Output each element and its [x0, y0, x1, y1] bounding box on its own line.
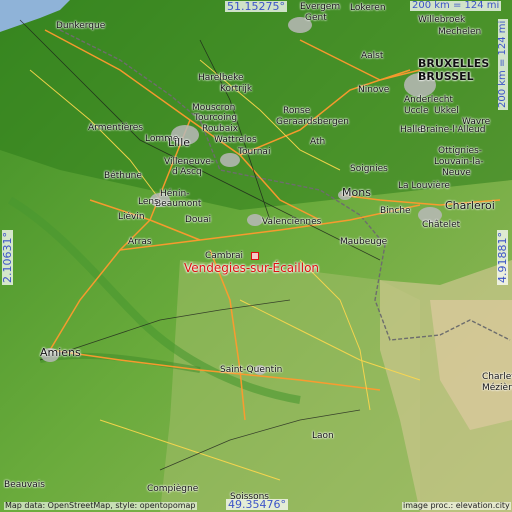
city-label: Cambrai [205, 251, 243, 261]
map-viewport[interactable]: 51.15275° 49.35476° 2.10631° 4.91881° 20… [0, 0, 512, 512]
city-label: La Louvière [398, 181, 450, 191]
city-label: Saint-Quentin [220, 365, 283, 375]
city-label: Beauvais [4, 480, 45, 490]
city-label: Mézière [482, 383, 512, 393]
city-label: Uccle [404, 106, 429, 116]
city-label: BRUSSEL [418, 70, 474, 83]
city-label: Mons [342, 186, 371, 199]
city-label: Lokeren [350, 3, 386, 13]
city-label: Dunkerque [56, 21, 106, 31]
city-label: Châtelet [422, 220, 461, 230]
city-label: Armentières [88, 123, 144, 133]
map-credit: Map data: OpenStreetMap, style: opentopo… [4, 501, 197, 510]
city-label: Aalst [361, 51, 384, 61]
city-label: Roubaix [202, 124, 239, 134]
highlight-location-label: Vendegies-sur-Écaillon [184, 261, 320, 275]
city-label: Béthune [104, 171, 142, 181]
city-label: Evergem [300, 2, 341, 12]
city-label: Tournai [238, 147, 271, 157]
city-label: Soignies [350, 164, 388, 174]
city-label: Lille [168, 136, 191, 149]
city-label: Ukkel [434, 106, 459, 116]
city-label: Anderlecht [404, 95, 454, 105]
city-label: Soissons [230, 492, 269, 502]
city-label: Braine-l'Alleud [420, 125, 486, 135]
city-label: Binche [380, 206, 411, 216]
city-label: Gent [305, 13, 327, 23]
city-label: Geraardsbergen [276, 117, 349, 127]
city-label: Laon [312, 431, 334, 441]
city-label: Mechelen [438, 27, 482, 37]
city-label: Douai [185, 215, 212, 225]
city-label: Lens [138, 197, 159, 207]
city-label: Charlev [482, 372, 512, 382]
city-label: Beaumont [155, 199, 202, 209]
city-label: Willebroek [418, 15, 466, 25]
city-label: Villeneuve- [164, 157, 215, 167]
latitude-top-label: 51.15275° [225, 0, 287, 13]
city-label: Mouscron [192, 103, 236, 113]
longitude-right-label: 4.91881° [496, 230, 509, 285]
city-label: d'Ascq [172, 167, 202, 177]
city-label: Maubeuge [340, 237, 388, 247]
city-label: Hénin- [160, 189, 190, 199]
image-credit: image proc.: elevation.city [402, 501, 511, 510]
city-label: Wattrelos [214, 135, 257, 145]
longitude-left-label: 2.10631° [1, 230, 14, 285]
city-label: Tourcoing [194, 113, 238, 123]
city-label: Ottignies- [438, 146, 483, 156]
city-label: Ninove [358, 85, 390, 95]
city-label: Ath [310, 137, 326, 147]
city-label: Neuve [442, 168, 471, 178]
city-label: Ronse [283, 106, 311, 116]
scale-top-label: 200 km = 124 mi [410, 0, 502, 11]
city-label: Kortrijk [220, 84, 253, 94]
scale-right-label: 200 km = 124 mi [497, 18, 508, 110]
city-label: BRUXELLES [418, 57, 490, 70]
city-label: Liévin [118, 212, 145, 222]
city-label: Valenciennes [262, 217, 322, 227]
city-label: Arras [128, 237, 152, 247]
city-label: Charleroi [445, 199, 495, 212]
city-label: Amiens [40, 346, 81, 359]
city-label: Louvain-la- [434, 157, 484, 167]
city-label: Harelbeke [198, 73, 244, 83]
city-label: Compiègne [147, 484, 199, 494]
location-marker[interactable] [251, 252, 259, 260]
